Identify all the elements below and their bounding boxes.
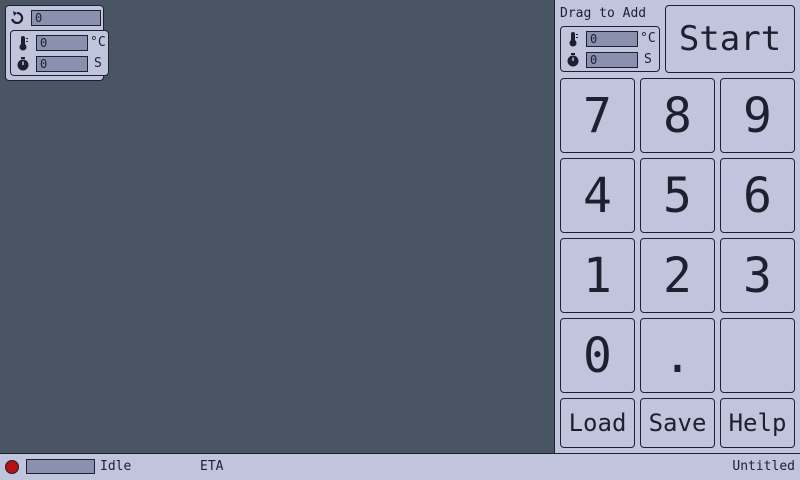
template-time-unit: S [644,52,652,67]
key-6[interactable]: 6 [720,158,795,233]
filename: Untitled [732,459,795,474]
template-time-field[interactable]: 0 [586,52,638,68]
drag-to-add-label: Drag to Add [560,6,647,21]
key-3[interactable]: 3 [720,238,795,313]
save-button[interactable]: Save [640,398,715,448]
key-5[interactable]: 5 [640,158,715,233]
stopwatch-icon [566,52,580,68]
key-7[interactable]: 7 [560,78,635,153]
template-temperature-field[interactable]: 0 [586,31,638,47]
key-decimal[interactable]: . [640,318,715,393]
key-8[interactable]: 8 [640,78,715,153]
temperature-unit: °C [90,35,106,50]
key-blank[interactable] [720,318,795,393]
step-template-block[interactable]: 0 °C 0 S [560,26,660,72]
loop-arrow-icon [10,10,24,26]
load-button[interactable]: Load [560,398,635,448]
eta-label: ETA [200,459,224,474]
status-state: Idle [100,459,132,474]
key-0[interactable]: 0 [560,318,635,393]
help-button[interactable]: Help [720,398,795,448]
stopwatch-icon [16,56,30,72]
key-9[interactable]: 9 [720,78,795,153]
start-button[interactable]: Start [665,5,795,73]
temperature-field[interactable]: 0 [36,35,88,51]
key-4[interactable]: 4 [560,158,635,233]
progress-bar [26,459,95,474]
key-1[interactable]: 1 [560,238,635,313]
thermometer-icon [566,31,580,47]
loop-count-field[interactable]: 0 [31,10,101,26]
status-indicator-icon [5,460,19,474]
status-bar: Idle ETA Untitled [0,453,800,480]
program-canvas[interactable]: 0 0 °C 0 S [0,0,553,453]
template-temperature-unit: °C [640,31,656,46]
time-unit: S [94,56,102,71]
time-field[interactable]: 0 [36,56,88,72]
step-block[interactable]: 0 °C 0 S [10,30,109,76]
thermometer-icon [16,35,30,51]
key-2[interactable]: 2 [640,238,715,313]
